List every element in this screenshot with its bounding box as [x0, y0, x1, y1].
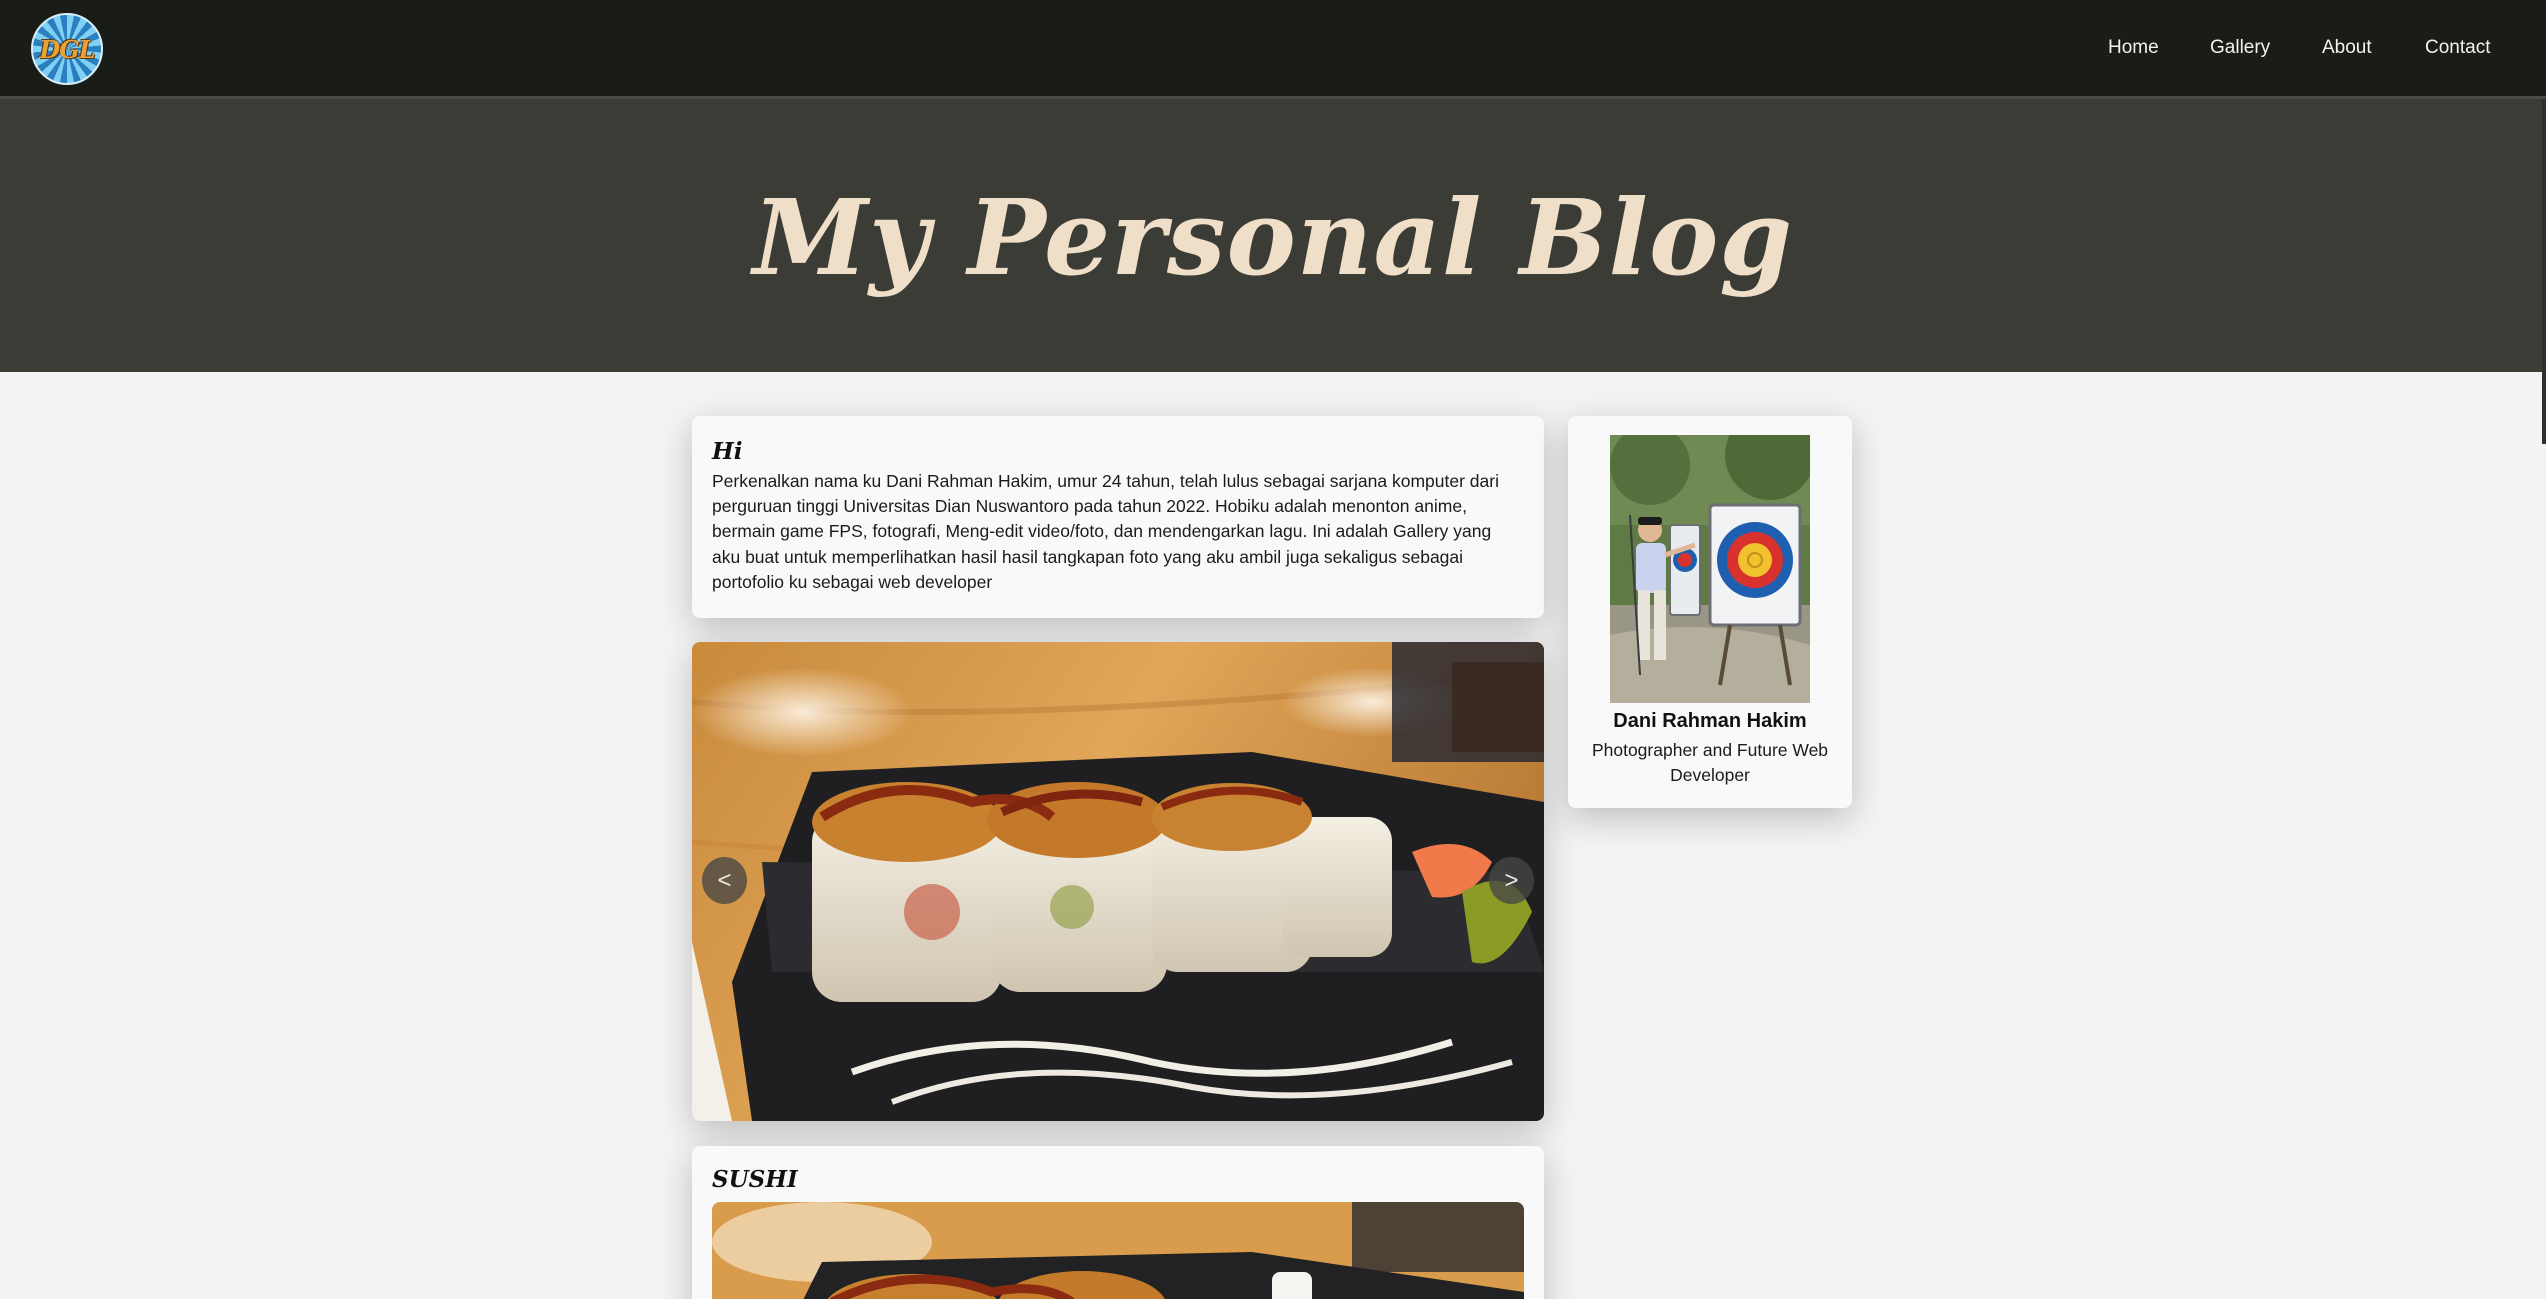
slider-image-sushi [692, 642, 1544, 1121]
profile-card: Dani Rahman Hakim Photographer and Futur… [1568, 416, 1852, 808]
post-card-sushi: SUSHI [692, 1146, 1544, 1299]
post-title: SUSHI [712, 1166, 798, 1193]
site-logo[interactable]: DGL [31, 13, 103, 85]
profile-name: Dani Rahman Hakim [1613, 710, 1807, 732]
nav-about-link[interactable]: About [2322, 37, 2372, 59]
slider-prev-button[interactable]: < [702, 857, 747, 904]
intro-card: Hi Perkenalkan nama ku Dani Rahman Hakim… [692, 416, 1544, 618]
post-image[interactable] [712, 1202, 1524, 1299]
logo-text: DGL [39, 34, 95, 64]
hero-banner: My Personal Blog [0, 99, 2546, 372]
profile-role: Photographer and Future Web Developer [1591, 740, 1829, 785]
intro-text: Perkenalkan nama ku Dani Rahman Hakim, u… [712, 471, 1499, 592]
nav-home-link[interactable]: Home [2108, 37, 2159, 59]
nav-gallery-link[interactable]: Gallery [2210, 37, 2270, 59]
intro-title: Hi [712, 438, 743, 465]
scrollbar[interactable] [2542, 99, 2546, 444]
hero-title: My Personal Blog [752, 176, 1794, 299]
slider-next-button[interactable]: > [1489, 857, 1534, 904]
navbar: DGL Home Gallery About Contact [0, 0, 2546, 99]
profile-photo [1610, 435, 1810, 703]
image-slider: < > [692, 642, 1544, 1121]
nav-contact-link[interactable]: Contact [2425, 37, 2490, 59]
